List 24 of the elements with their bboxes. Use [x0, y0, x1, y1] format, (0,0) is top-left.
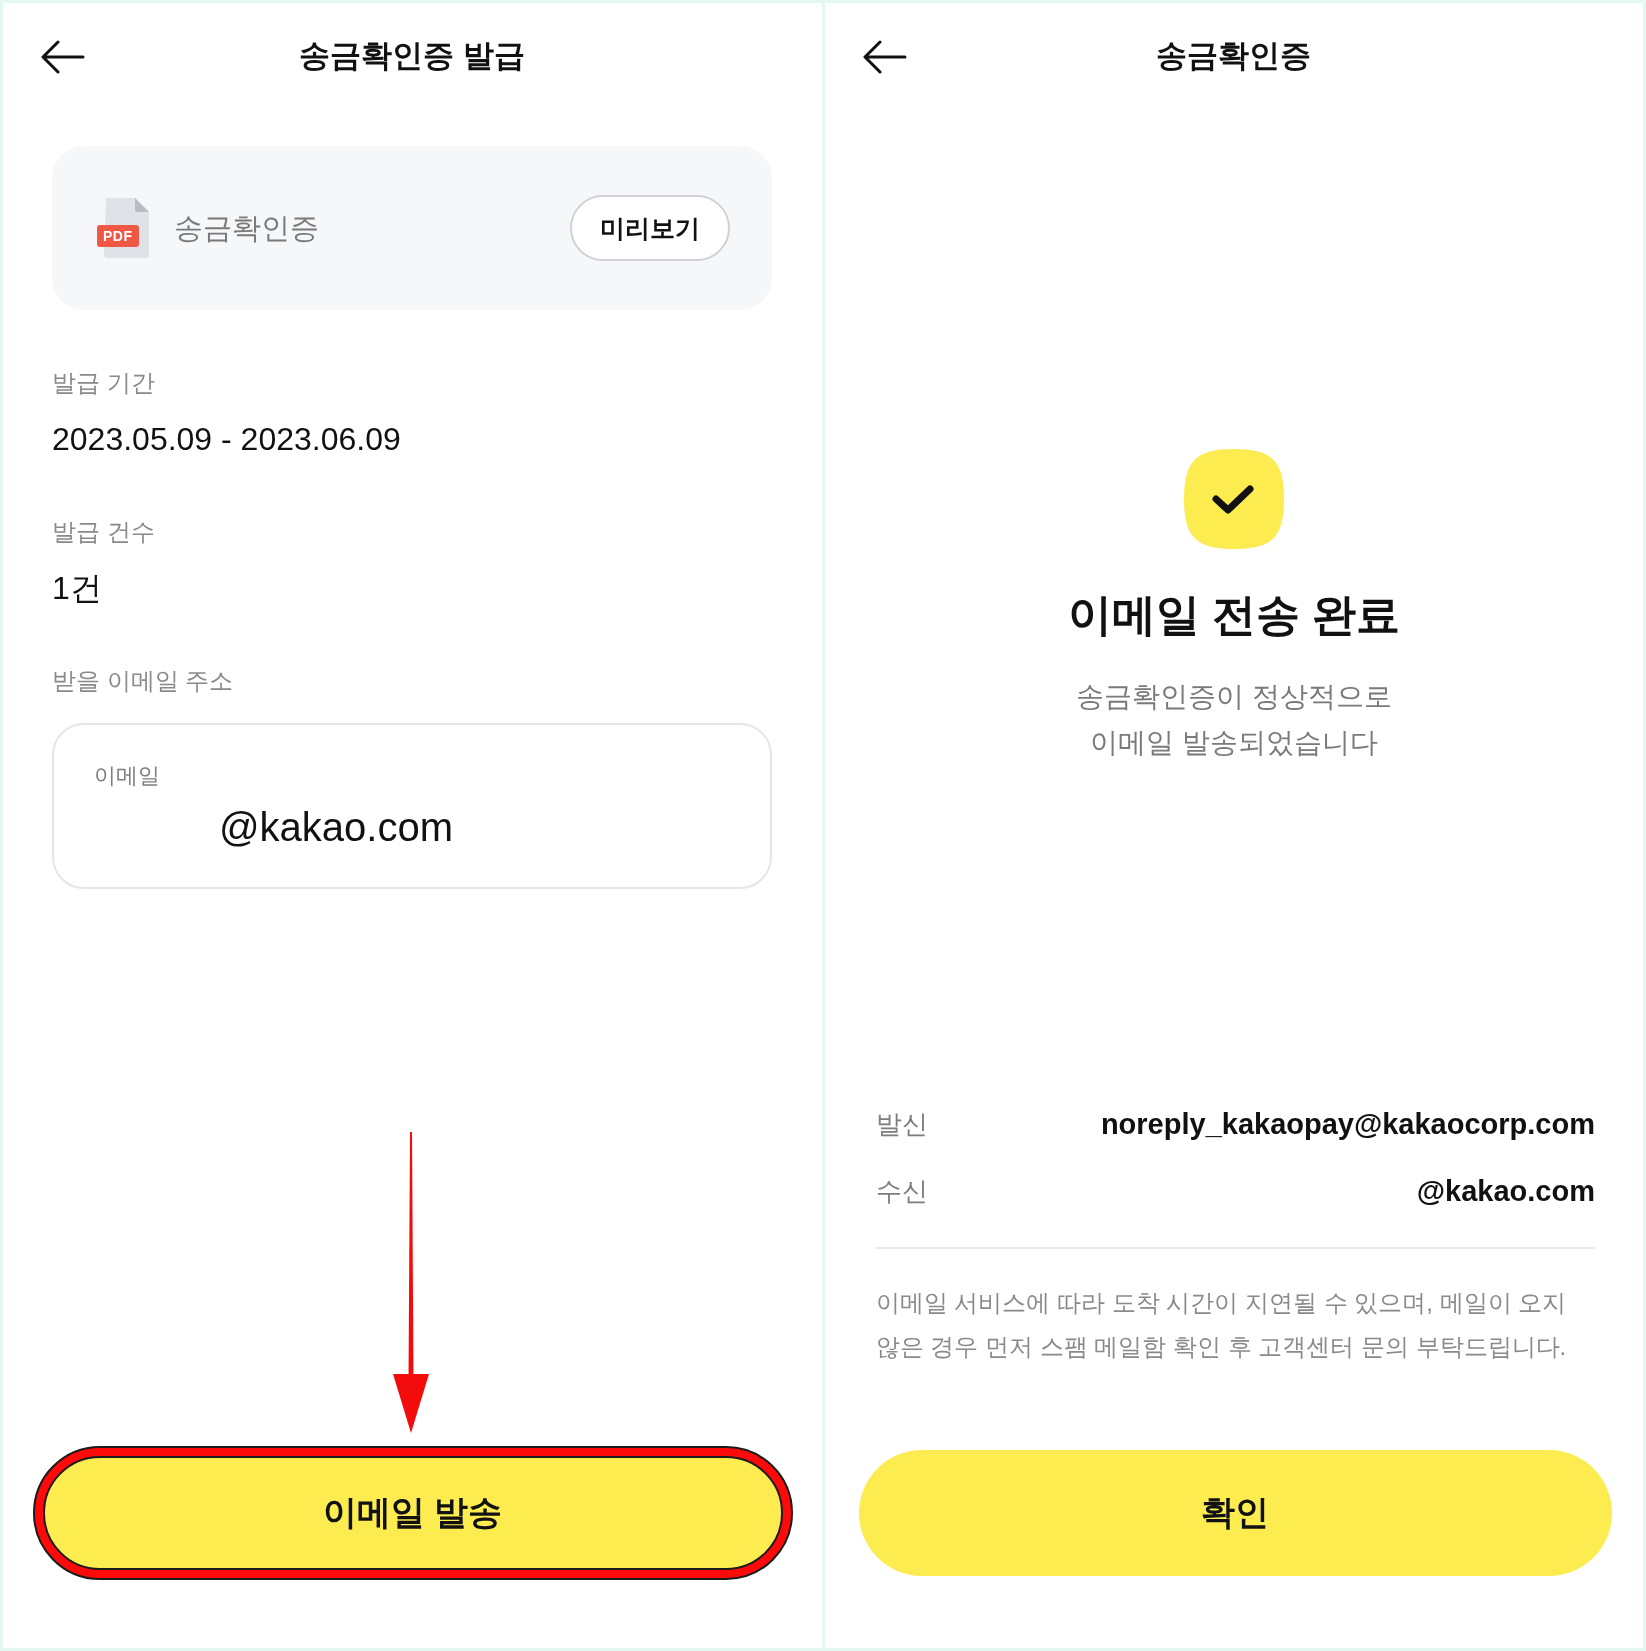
email-input-field[interactable]: 이메일 @kakao.com [52, 723, 772, 889]
notice-text: 이메일 서비스에 따라 도착 시간이 지연될 수 있으며, 메일이 오지 않은 경우 먼저 스팸 메일함 확인 후 고객센터 문의 부탁드립니다. [875, 1288, 1568, 1362]
section-label: 받을 이메일 주소 [52, 666, 235, 696]
send-email-button[interactable]: 이메일 발송 [43, 1456, 783, 1570]
field-label: 발급 기간 [52, 368, 156, 398]
confirm-button[interactable]: 확인 [858, 1450, 1612, 1576]
screen-title: 송금확인증 [1156, 37, 1312, 75]
detail-label: 수신 [875, 1175, 928, 1208]
field-value: 2023.05.09 - 2023.06.09 [52, 420, 402, 459]
field-label: 발급 건수 [52, 517, 156, 547]
arrow-left-icon [41, 40, 85, 74]
completion-title: 이메일 전송 완료 [1067, 589, 1400, 641]
arrow-left-icon [862, 40, 907, 74]
detail-value: @kakao.com [1416, 1174, 1595, 1209]
document-name: 송금확인증 [174, 211, 320, 246]
floating-label: 이메일 [94, 762, 160, 790]
detail-value: noreply_kakaopay@kakaocorp.com [1100, 1107, 1595, 1142]
field-value: 1건 [52, 569, 103, 608]
file-type-badge: PDF [97, 225, 139, 247]
preview-button[interactable]: 미리보기 [569, 195, 730, 261]
check-icon [1183, 449, 1284, 549]
completion-message: 송금확인증이 정상적으로 이메일 발송되었습니다 [1075, 680, 1392, 760]
detail-label: 발신 [875, 1108, 928, 1141]
screen-title: 송금확인증 발급 [299, 37, 526, 75]
